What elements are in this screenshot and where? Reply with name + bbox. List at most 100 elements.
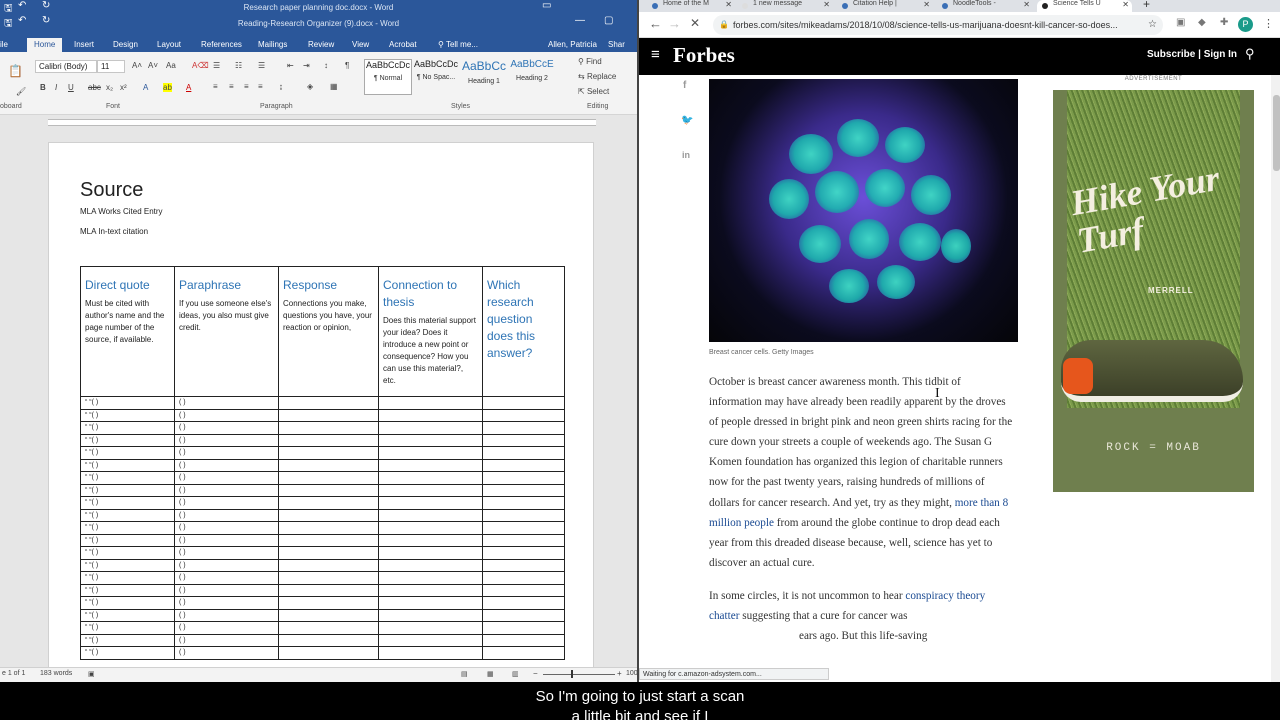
highlight-icon[interactable]: ab [163,83,172,92]
table-cell[interactable] [482,483,565,497]
tab-mailings[interactable]: Mailings [258,38,287,52]
subscript-icon[interactable]: x₂ [106,83,113,92]
tab-view[interactable]: View [352,38,369,52]
tab-file[interactable]: ile [0,38,8,52]
table-cell[interactable] [278,483,379,497]
table-cell[interactable] [482,471,565,485]
tab-insert[interactable]: Insert [74,38,94,52]
table-cell[interactable] [378,396,483,410]
table-cell[interactable] [378,583,483,597]
table-cell[interactable] [378,433,483,447]
table-cell[interactable] [278,583,379,597]
table-cell[interactable] [278,546,379,560]
table-cell[interactable]: “ “( ) [80,458,175,472]
table-cell[interactable]: ( ) [174,508,279,522]
back-icon[interactable]: ← [649,16,662,31]
table-cell[interactable] [378,458,483,472]
forward-icon[interactable]: → [668,16,681,31]
advertisement-banner[interactable]: Hike Your Turf MERRELL ROCK = MOAB [1053,90,1254,492]
table-cell[interactable] [378,496,483,510]
clear-format-icon[interactable]: A⌫ [192,61,209,70]
table-cell[interactable] [278,408,379,422]
column-header[interactable]: Direct quote Must be cited with author's … [80,266,175,397]
horizontal-ruler[interactable] [0,115,637,129]
table-cell[interactable] [378,596,483,610]
strikethrough-icon[interactable]: abc [88,83,101,92]
font-name-dropdown[interactable]: Calibri (Body) [35,60,97,73]
format-painter-icon[interactable]: 🖌 [16,87,26,96]
table-cell[interactable]: ( ) [174,633,279,647]
numbering-icon[interactable]: ☷ [235,61,242,70]
table-cell[interactable] [278,433,379,447]
table-cell[interactable]: “ “( ) [80,533,175,547]
stop-loading-icon[interactable]: ✕ [690,16,700,30]
table-cell[interactable]: ( ) [174,533,279,547]
browser-tab[interactable]: 1 new message ✕ [737,0,833,12]
table-cell[interactable]: “ “( ) [80,433,175,447]
table-cell[interactable]: ( ) [174,446,279,460]
tab-design[interactable]: Design [113,38,138,52]
sort-icon[interactable]: ↕ [324,61,328,70]
table-cell[interactable] [278,421,379,435]
italic-icon[interactable]: I [55,83,57,92]
table-cell[interactable] [482,583,565,597]
align-right-icon[interactable]: ≡ [244,82,249,91]
justify-icon[interactable]: ≡ [258,82,263,91]
table-cell[interactable]: ( ) [174,608,279,622]
table-cell[interactable]: ( ) [174,396,279,410]
table-cell[interactable] [482,571,565,585]
align-left-icon[interactable]: ≡ [213,82,218,91]
table-cell[interactable] [482,558,565,572]
table-cell[interactable] [482,621,565,635]
zoom-slider-thumb[interactable] [571,670,573,678]
table-cell[interactable] [482,446,565,460]
table-cell[interactable] [482,496,565,510]
tab-layout[interactable]: Layout [157,38,181,52]
facebook-share-icon[interactable]: f [683,80,686,91]
search-icon[interactable]: ⚲ [1245,46,1255,62]
multilevel-list-icon[interactable]: ☰ [258,61,265,70]
table-cell[interactable]: “ “( ) [80,571,175,585]
address-bar[interactable]: 🔒 forbes.com/sites/mikeadams/2018/10/08/s… [713,15,1163,35]
table-cell[interactable]: “ “( ) [80,583,175,597]
redo-icon[interactable]: ↻ [42,15,50,26]
undo-icon[interactable]: ↶ [18,15,26,26]
table-cell[interactable] [378,646,483,660]
word-count[interactable]: 183 words [40,670,72,677]
superscript-icon[interactable]: x² [120,83,127,92]
font-color-icon[interactable]: A [186,83,191,92]
replace-button[interactable]: ⇆ Replace [578,72,616,81]
table-cell[interactable] [482,596,565,610]
shrink-font-icon[interactable]: A˅ [148,61,158,70]
table-cell[interactable]: “ “( ) [80,408,175,422]
align-center-icon[interactable]: ≡ [229,82,234,91]
table-cell[interactable] [278,621,379,635]
table-cell[interactable] [378,483,483,497]
twitter-share-icon[interactable]: 🐦 [681,115,693,126]
table-cell[interactable]: “ “( ) [80,483,175,497]
table-cell[interactable] [378,621,483,635]
table-cell[interactable]: “ “( ) [80,521,175,535]
table-cell[interactable] [278,596,379,610]
decrease-indent-icon[interactable]: ⇤ [287,61,294,70]
table-cell[interactable] [482,646,565,660]
table-cell[interactable] [378,633,483,647]
increase-indent-icon[interactable]: ⇥ [303,61,310,70]
extension-icon[interactable]: ◆ [1198,17,1206,28]
table-cell[interactable]: ( ) [174,596,279,610]
tell-me-search[interactable]: ⚲ Tell me... [438,38,478,52]
read-mode-icon[interactable]: ▤ [461,670,468,678]
table-cell[interactable]: “ “( ) [80,421,175,435]
table-cell[interactable]: “ “( ) [80,496,175,510]
tab-references[interactable]: References [201,38,242,52]
column-header[interactable]: Paraphrase If you use someone else's idea… [174,266,279,397]
table-cell[interactable] [278,471,379,485]
style-no-spacing[interactable]: AaBbCcDc ¶ No Spac... [412,59,460,95]
close-tab-icon[interactable]: ✕ [1023,0,1030,9]
minimize-icon[interactable]: — [575,15,585,26]
table-cell[interactable] [378,571,483,585]
table-cell[interactable] [482,546,565,560]
tab-review[interactable]: Review [308,38,334,52]
table-cell[interactable]: ( ) [174,483,279,497]
table-cell[interactable] [482,458,565,472]
